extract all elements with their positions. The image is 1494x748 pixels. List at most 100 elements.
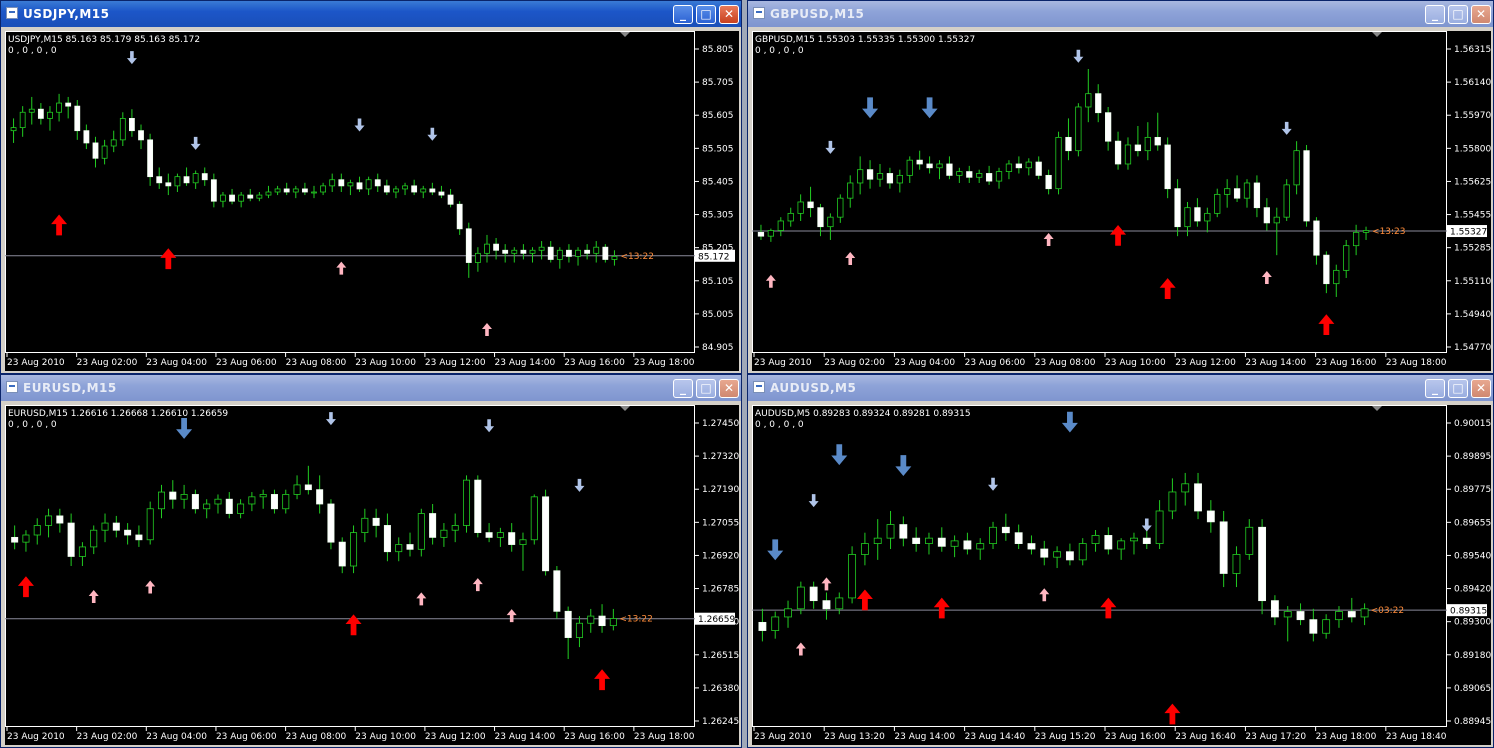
window-titlebar[interactable]: AUDUSD,M5 _ □ ✕	[748, 375, 1493, 401]
candle-body	[1322, 619, 1331, 634]
candle-body	[542, 496, 550, 572]
candle-body	[946, 163, 953, 176]
candle-body	[22, 534, 30, 543]
candle-body	[383, 185, 390, 193]
minimize-button[interactable]: _	[1425, 379, 1445, 398]
price-chart[interactable]: 85.80585.70585.60585.50585.40585.30585.2…	[5, 31, 739, 371]
candle-body	[1168, 491, 1177, 512]
candle-body	[530, 496, 538, 541]
x-tick-label: 23 Aug 04:00	[146, 358, 207, 368]
candle-body	[1027, 543, 1036, 550]
x-tick-label: 23 Aug 14:00	[495, 732, 556, 742]
current-price-label: 1.26659	[698, 615, 735, 625]
candle-body	[74, 105, 81, 132]
price-chart[interactable]: 1.27450 1.27320 1.27190 1.27055 1.26920 1.267…	[5, 405, 739, 745]
window-titlebar[interactable]: USDJPY,M15 _ □ ✕	[1, 1, 741, 27]
bar-timer-label: <13:22	[620, 252, 653, 262]
candle-body	[1091, 535, 1100, 544]
candle-body	[1078, 543, 1087, 561]
candle-body	[493, 243, 499, 251]
x-tick-label: 23 Aug 2010	[754, 358, 812, 368]
candle-body	[985, 173, 993, 182]
candle-body	[556, 249, 563, 260]
candle-body	[311, 191, 317, 194]
candle-body	[916, 159, 923, 165]
candle-body	[1214, 193, 1221, 214]
candle-body	[1347, 611, 1356, 618]
chart-window-gbpusd[interactable]: GBPUSD,M15 _ □ ✕ 1.56315 1.56140 1.55970 1.…	[747, 0, 1494, 374]
candle-body	[1263, 207, 1270, 224]
chart-background	[752, 405, 1491, 745]
candle-body	[169, 491, 177, 500]
x-tick-label: 23 Aug 18:00	[1316, 732, 1377, 742]
candle-body	[420, 188, 427, 193]
minimize-button[interactable]: _	[673, 379, 693, 398]
candle-body	[611, 255, 618, 260]
y-tick-label: 0.89775	[1454, 485, 1491, 495]
chart-background	[752, 31, 1491, 371]
candle-body	[809, 586, 818, 602]
x-tick-label: 23 Aug 08:00	[286, 732, 347, 742]
maximize-button[interactable]: □	[1448, 5, 1468, 24]
candle-body	[1025, 161, 1032, 169]
candle-body	[174, 176, 181, 187]
maximize-button[interactable]: □	[1448, 379, 1468, 398]
window-title: GBPUSD,M15	[770, 7, 865, 21]
y-tick-label: 1.26245	[702, 717, 739, 727]
window-title: AUDUSD,M5	[770, 381, 857, 395]
y-tick-label: 85.105	[702, 277, 734, 287]
candle-body	[1194, 483, 1202, 512]
minimize-button[interactable]: _	[1425, 5, 1445, 24]
candle-body	[438, 191, 445, 196]
maximize-button[interactable]: □	[696, 5, 716, 24]
candle-body	[835, 597, 844, 610]
close-button[interactable]: ✕	[719, 5, 739, 24]
x-tick-label: 23 Aug 02:00	[77, 732, 138, 742]
candle-body	[220, 194, 226, 202]
candle-body	[876, 173, 884, 180]
maximize-button[interactable]: □	[696, 379, 716, 398]
candle-body	[857, 169, 864, 184]
candle-body	[966, 171, 973, 178]
candle-body	[873, 537, 882, 544]
chart-window-icon	[753, 381, 765, 393]
window-title: EURUSD,M15	[23, 381, 117, 395]
candle-body	[1104, 535, 1113, 550]
candle-body	[995, 171, 1003, 182]
candle-body	[485, 532, 493, 538]
candle-body	[1194, 207, 1201, 222]
candle-body	[520, 249, 527, 254]
candle-body	[566, 249, 572, 257]
candle-body	[787, 212, 794, 222]
window-title: USDJPY,M15	[23, 7, 110, 21]
x-tick-label: 23 Aug 08:00	[1035, 358, 1096, 368]
chart-window-audusd[interactable]: AUDUSD,M5 _ □ ✕ 0.90015 0.89895 0.89775 0.8…	[747, 374, 1494, 748]
candle-body	[229, 194, 235, 202]
candle-body	[1283, 184, 1290, 218]
candle-body	[92, 142, 99, 159]
candle-body	[886, 524, 895, 539]
x-tick-label: 23 Aug 13:20	[824, 732, 885, 742]
price-chart[interactable]: 1.56315 1.56140 1.55970 1.55800 1.55625 1.554…	[752, 31, 1491, 371]
window-titlebar[interactable]: GBPUSD,M15 _ □ ✕	[748, 1, 1493, 27]
minimize-button[interactable]: _	[673, 5, 693, 24]
close-button[interactable]: ✕	[1471, 379, 1491, 398]
candle-body	[1352, 231, 1360, 247]
close-button[interactable]: ✕	[719, 379, 739, 398]
candle-body	[575, 622, 583, 638]
candle-body	[447, 194, 454, 205]
price-chart[interactable]: 0.90015 0.89895 0.89775 0.89655 0.89540 0.894…	[752, 405, 1491, 745]
candle-body	[474, 479, 482, 534]
chart-window-icon	[6, 7, 18, 19]
candle-body	[429, 188, 436, 193]
candle-body	[511, 249, 518, 254]
chart-window-eurusd[interactable]: EURUSD,M15 _ □ ✕ 1.27450 1.27320 1.27190 1.…	[0, 374, 742, 748]
close-button[interactable]: ✕	[1471, 5, 1491, 24]
chart-window-usdjpy[interactable]: USDJPY,M15 _ □ ✕ 85.805 85.705 85.605 85.50…	[0, 0, 742, 374]
window-titlebar[interactable]: EURUSD,M15 _ □ ✕	[1, 375, 741, 401]
candle-body	[67, 522, 75, 557]
candle-body	[1045, 174, 1052, 190]
candle-body	[225, 498, 233, 514]
candle-body	[33, 525, 41, 536]
x-tick-label: 23 Aug 17:20	[1245, 732, 1306, 742]
